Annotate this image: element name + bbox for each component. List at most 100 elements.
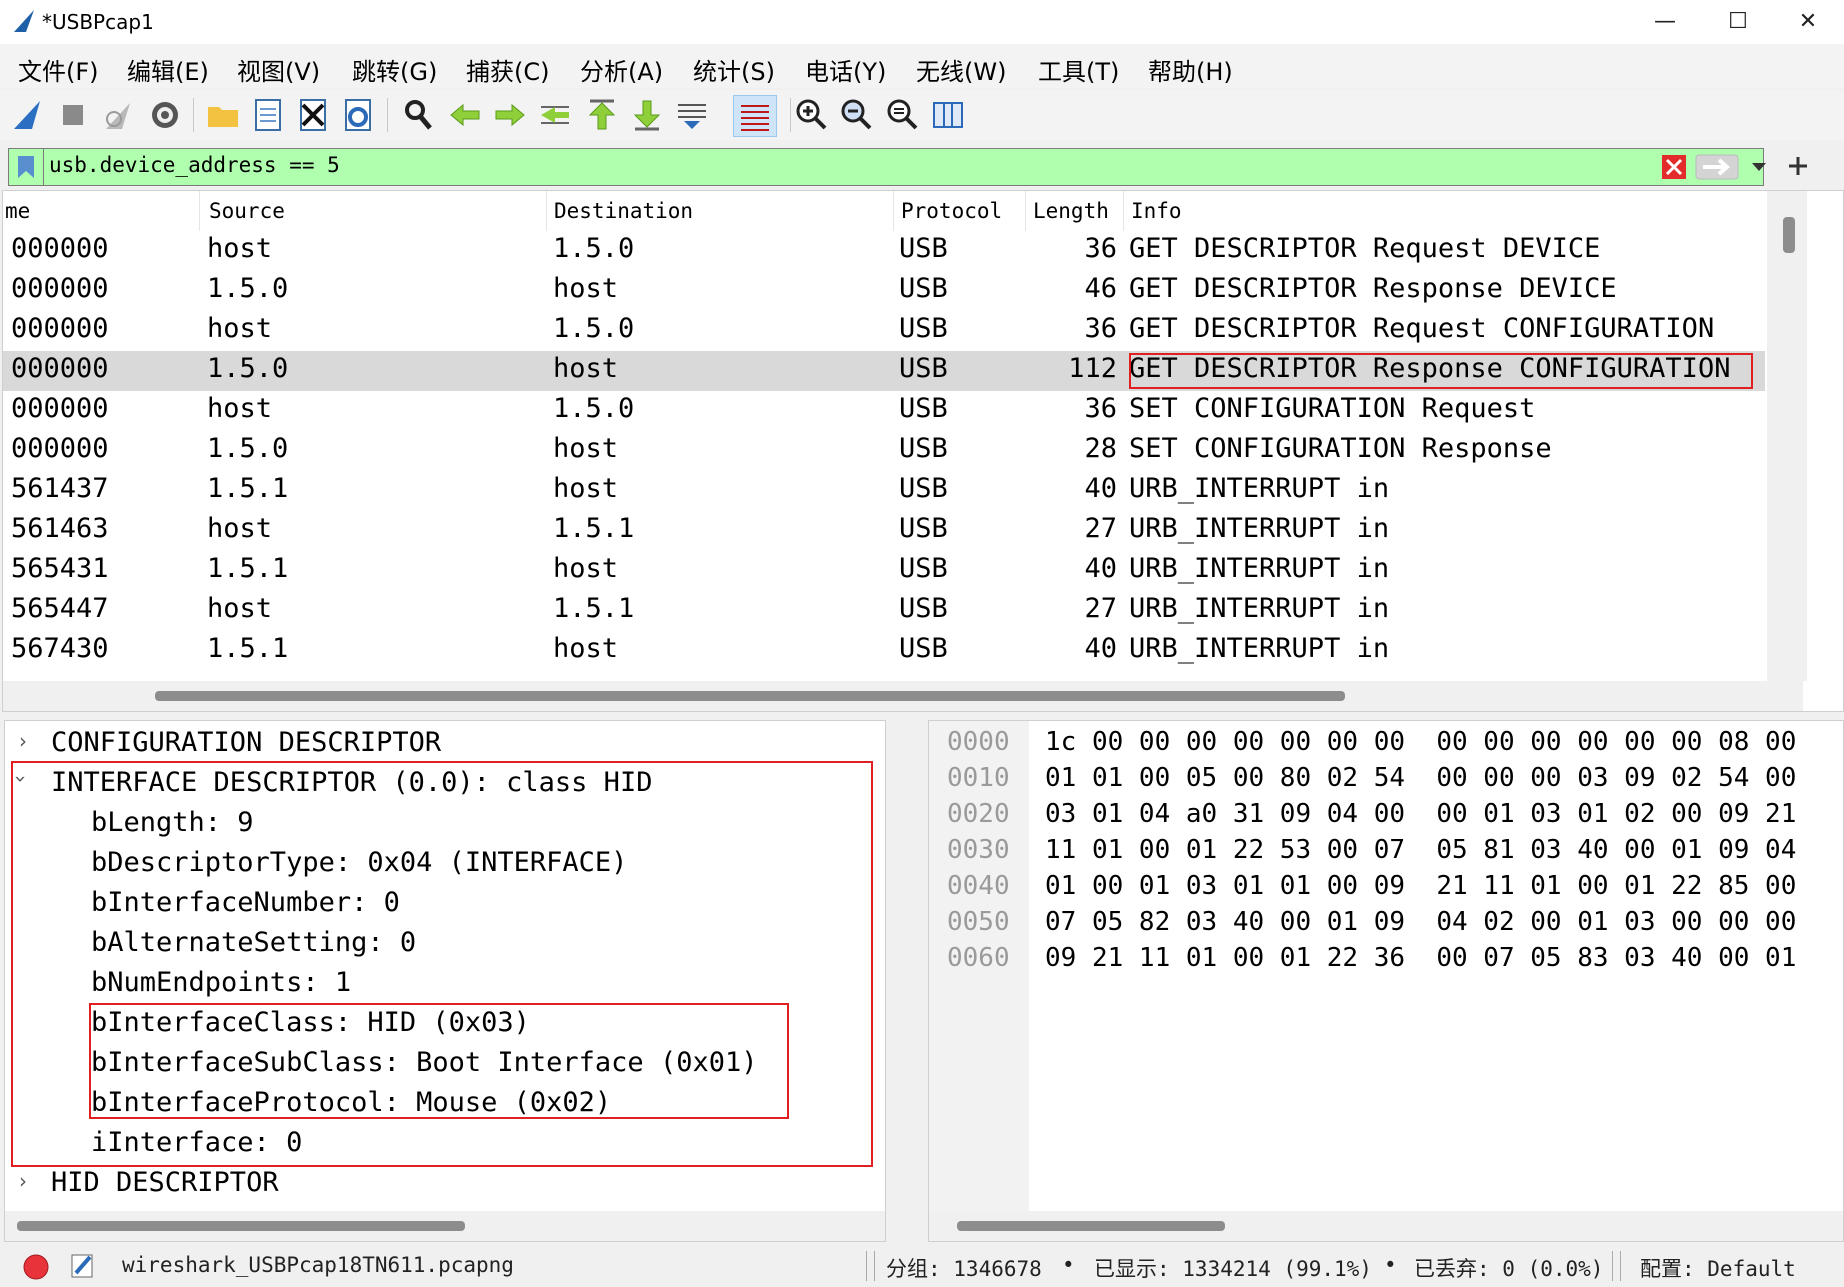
status-profile[interactable]: 配置: Default — [1640, 1253, 1796, 1283]
resize-columns-icon[interactable] — [930, 97, 966, 133]
reload-file-icon[interactable] — [340, 97, 376, 133]
expert-info-icon[interactable] — [22, 1253, 50, 1281]
zoom-normal-icon[interactable] — [884, 97, 920, 133]
bytes-hscroll-thumb[interactable] — [957, 1221, 1225, 1231]
packet-list-hscroll[interactable] — [3, 681, 1803, 711]
details-hscroll-thumb[interactable] — [17, 1221, 465, 1231]
packet-bytes-pane: 0000 1c 00 00 00 00 00 00 00 00 00 00 00 … — [928, 720, 1844, 1242]
capture-comment-icon[interactable] — [68, 1251, 96, 1279]
save-file-icon[interactable] — [250, 97, 286, 133]
tree-item-hid-descriptor[interactable]: HID DESCRIPTOR — [51, 1167, 279, 1198]
stop-square-icon[interactable] — [55, 97, 91, 133]
column-header-source[interactable]: Source — [209, 191, 285, 231]
restart-fin-icon[interactable] — [100, 97, 136, 133]
go-forward-icon[interactable] — [492, 97, 528, 133]
capture-options-gear-icon[interactable] — [147, 97, 183, 133]
zoom-out-icon[interactable] — [838, 97, 874, 133]
hex-bytes-row[interactable]: 03 01 04 a0 31 09 04 00 00 01 03 01 02 0… — [1045, 799, 1796, 829]
menu-view[interactable]: 视图(V) — [237, 52, 320, 87]
menu-telephony[interactable]: 电话(Y) — [805, 52, 886, 87]
status-sep-dot: • — [1384, 1253, 1397, 1277]
column-header-time[interactable]: me — [5, 191, 30, 231]
cell-length: 27 — [1084, 593, 1117, 624]
cell-source: host — [207, 233, 273, 264]
colorize-toggle[interactable] — [733, 95, 777, 137]
cell-source: 1.5.0 — [207, 273, 289, 304]
bytes-hscroll[interactable] — [929, 1211, 1843, 1241]
find-packet-icon[interactable] — [400, 97, 436, 133]
cell-protocol: USB — [899, 473, 948, 504]
packet-row[interactable]: 565431 1.5.1 host USB 40 URB_INTERRUPT in — [3, 551, 1765, 591]
hex-bytes-row[interactable]: 1c 00 00 00 00 00 00 00 00 00 00 00 00 0… — [1045, 727, 1796, 757]
close-icon[interactable]: ✕ — [1780, 4, 1836, 40]
clear-filter-icon[interactable] — [1661, 154, 1687, 180]
menu-statistics[interactable]: 统计(S) — [693, 52, 775, 87]
cell-time: 000000 — [11, 273, 109, 304]
packet-row[interactable]: 565447 host 1.5.1 USB 27 URB_INTERRUPT in — [3, 591, 1765, 631]
hex-offset: 0040 — [947, 871, 1010, 901]
close-file-icon[interactable] — [295, 97, 331, 133]
column-header-protocol[interactable]: Protocol — [901, 191, 1002, 231]
cell-time: 561463 — [11, 513, 109, 544]
column-header-destination[interactable]: Destination — [554, 191, 693, 231]
packet-list-vscroll[interactable] — [1767, 191, 1807, 681]
packet-row[interactable]: 000000 host 1.5.0 USB 36 SET CONFIGURATION Re… — [3, 391, 1765, 431]
shark-fin-start-icon[interactable] — [10, 97, 46, 133]
tree-item-config-descriptor[interactable]: CONFIGURATION DESCRIPTOR — [51, 727, 441, 758]
column-header-info[interactable]: Info — [1131, 191, 1182, 231]
display-filter-input[interactable] — [49, 153, 1349, 177]
menu-edit[interactable]: 编辑(E) — [127, 52, 209, 87]
zoom-in-icon[interactable] — [793, 97, 829, 133]
expand-arrow-icon[interactable]: › — [19, 1169, 27, 1193]
packet-row[interactable]: 000000 host 1.5.0 USB 36 GET DESCRIPTOR Reque… — [3, 311, 1765, 351]
cell-protocol: USB — [899, 393, 948, 424]
autoscroll-icon[interactable] — [674, 97, 710, 133]
hex-bytes-row[interactable]: 01 00 01 03 01 01 00 09 21 11 01 00 01 2… — [1045, 871, 1796, 901]
menu-help[interactable]: 帮助(H) — [1148, 52, 1233, 87]
go-first-icon[interactable] — [584, 97, 620, 133]
bookmark-icon[interactable] — [15, 154, 37, 180]
maximize-icon[interactable]: ☐ — [1710, 4, 1766, 40]
apply-filter-icon[interactable] — [1695, 154, 1739, 180]
cell-protocol: USB — [899, 233, 948, 264]
hscroll-thumb[interactable] — [155, 691, 1345, 701]
menu-tools[interactable]: 工具(T) — [1038, 52, 1119, 87]
cell-destination: host — [553, 473, 619, 504]
details-hscroll[interactable] — [5, 1211, 885, 1241]
status-displayed: 已显示: 1334214 (99.1%) — [1094, 1257, 1372, 1281]
menu-file[interactable]: 文件(F) — [18, 52, 99, 87]
expand-arrow-icon[interactable]: › — [19, 729, 27, 753]
packet-row[interactable]: 567430 1.5.1 host USB 40 URB_INTERRUPT in — [3, 631, 1765, 671]
display-filter-bar — [8, 148, 1767, 186]
go-to-packet-icon[interactable] — [537, 97, 573, 133]
main-toolbar — [0, 90, 1844, 140]
vscroll-thumb[interactable] — [1783, 217, 1795, 253]
menu-analyze[interactable]: 分析(A) — [580, 52, 663, 87]
menu-go[interactable]: 跳转(G) — [352, 52, 437, 87]
packet-row[interactable]: 000000 1.5.0 host USB 28 SET CONFIGURATION Re… — [3, 431, 1765, 471]
add-filter-button-icon[interactable] — [1786, 154, 1810, 178]
cell-source: 1.5.0 — [207, 433, 289, 464]
column-header-length[interactable]: Length — [1033, 191, 1109, 231]
cell-info: URB_INTERRUPT in — [1129, 553, 1390, 584]
cell-info: URB_INTERRUPT in — [1129, 513, 1390, 544]
minimize-icon[interactable]: — — [1637, 4, 1693, 40]
packet-row[interactable]: 000000 host 1.5.0 USB 36 GET DESCRIPTOR Reque… — [3, 231, 1765, 271]
menu-wireless[interactable]: 无线(W) — [916, 52, 1006, 87]
cell-length: 36 — [1084, 233, 1117, 264]
packet-row[interactable]: 561463 host 1.5.1 USB 27 URB_INTERRUPT in — [3, 511, 1765, 551]
cell-length: 46 — [1084, 273, 1117, 304]
cell-source: 1.5.0 — [207, 353, 289, 384]
hex-offset: 0010 — [947, 763, 1010, 793]
packet-row[interactable]: 561437 1.5.1 host USB 40 URB_INTERRUPT in — [3, 471, 1765, 511]
hex-bytes-row[interactable]: 11 01 00 01 22 53 00 07 05 81 03 40 00 0… — [1045, 835, 1796, 865]
go-back-icon[interactable] — [447, 97, 483, 133]
packet-row[interactable]: 000000 1.5.0 host USB 46 GET DESCRIPTOR Respo… — [3, 271, 1765, 311]
go-last-icon[interactable] — [629, 97, 665, 133]
hex-bytes-row[interactable]: 01 01 00 05 00 80 02 54 00 00 00 03 09 0… — [1045, 763, 1796, 793]
hex-bytes-row[interactable]: 09 21 11 01 00 01 22 36 00 07 05 83 03 4… — [1045, 943, 1796, 973]
hex-bytes-row[interactable]: 07 05 82 03 40 00 01 09 04 02 00 01 03 0… — [1045, 907, 1796, 937]
chevron-down-icon[interactable] — [1751, 161, 1767, 173]
open-folder-icon[interactable] — [205, 97, 241, 133]
menu-capture[interactable]: 捕获(C) — [466, 52, 549, 87]
